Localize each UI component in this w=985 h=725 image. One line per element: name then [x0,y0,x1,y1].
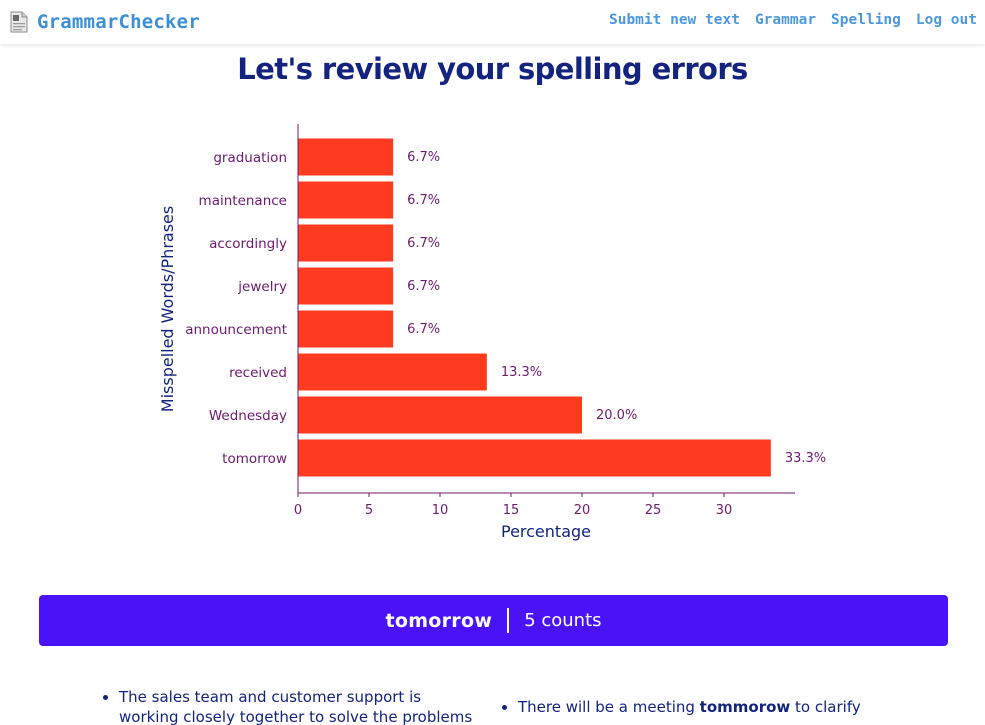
example-text: The sales team and customer support is w… [119,688,473,725]
example-sentences: The sales team and customer support is w… [0,686,985,725]
bar-jewelry [298,267,394,305]
example-sentence: The sales team and customer support is w… [119,687,479,725]
example-text-before: There will be a meeting [518,698,700,716]
bar-received [298,353,487,391]
nav-links: Submit new text Grammar Spelling Log out [609,12,977,28]
selected-word-banner: tomorrow 5 counts [39,595,948,646]
nav-grammar[interactable]: Grammar [755,12,816,28]
banner-word: tomorrow [385,609,493,632]
bar-value-label: 20.0% [596,408,637,423]
x-axis-title: Percentage [501,522,591,541]
x-tick-label: 5 [365,503,373,518]
y-tick-label: Wednesday [209,408,287,424]
example-list-right: There will be a meeting tommorow to clar… [498,697,878,717]
y-tick-label: accordingly [209,236,287,252]
spelling-errors-chart: graduation 6.7% maintenance 6.7% accordingly… [158,124,826,541]
bar-tomorrow [298,439,771,477]
nav-log-out[interactable]: Log out [916,12,977,28]
x-tick-label: 15 [503,503,520,518]
misspelled-word: tommorow [699,698,791,716]
x-tick-label: 10 [432,503,449,518]
y-tick-label: announcement [185,322,287,338]
y-tick-label: jewelry [237,279,287,295]
bar-value-label: 6.7% [407,279,440,294]
bar-value-label: 6.7% [407,150,440,165]
bar-wednesday [298,396,582,434]
bar-value-label: 33.3% [785,451,826,466]
x-tick-label: 20 [574,503,591,518]
brand-name: GrammarChecker [37,11,200,33]
example-sentence: There will be a meeting tommorow to clar… [518,697,878,717]
x-tick-label: 30 [716,503,733,518]
nav-spelling[interactable]: Spelling [831,12,901,28]
y-tick-label: tomorrow [222,451,287,467]
example-list-left: The sales team and customer support is w… [99,687,479,725]
banner-divider [507,608,510,633]
bar-value-label: 13.3% [501,365,542,380]
navbar: GrammarChecker Submit new text Grammar S… [0,0,985,44]
y-tick-label: graduation [213,150,287,166]
example-text-after: to clarify [790,698,861,716]
bar-announcement [298,310,394,348]
y-axis-title: Misspelled Words/Phrases [158,206,177,412]
x-tick-label: 25 [645,503,662,518]
x-tick-label: 0 [294,503,302,518]
bar-maintenance [298,181,394,219]
bar-value-label: 6.7% [407,236,440,251]
banner-count: 5 counts [524,610,602,631]
bar-value-label: 6.7% [407,322,440,337]
document-icon [10,11,28,33]
y-tick-label: received [229,365,287,381]
bar-graduation [298,138,394,176]
y-tick-label: maintenance [199,193,287,209]
bar-value-label: 6.7% [407,193,440,208]
brand[interactable]: GrammarChecker [7,10,200,34]
bar-accordingly [298,224,394,262]
nav-submit-new-text[interactable]: Submit new text [609,12,740,28]
